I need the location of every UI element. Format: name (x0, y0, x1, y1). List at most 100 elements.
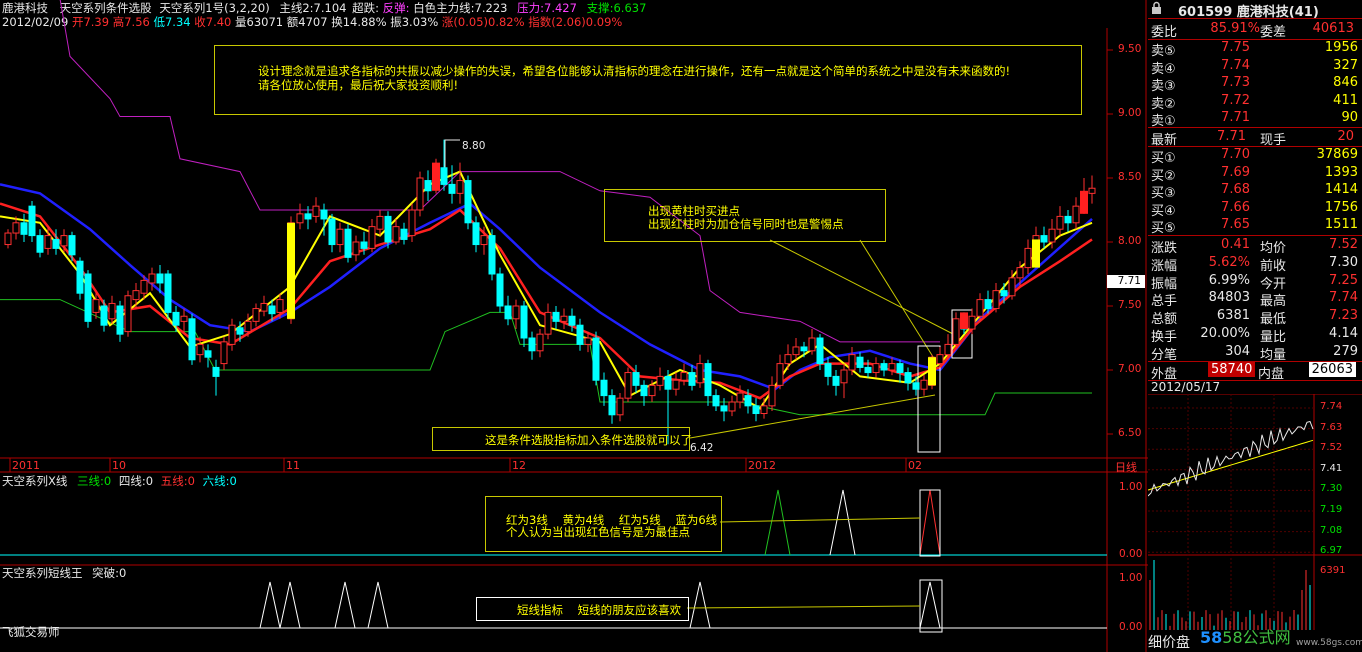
candle (228, 324, 236, 345)
candle (840, 369, 848, 384)
candle (1048, 228, 1056, 243)
mini-tick-label: 7.30 (1320, 483, 1343, 495)
sub1-line6: 六线:0 (202, 474, 237, 488)
buy-price: 7.66 (1221, 199, 1250, 215)
candle (752, 405, 760, 415)
sell-price: 7.74 (1221, 57, 1250, 73)
candle (68, 235, 76, 256)
stat-row: 分笔 304 均量 279 (1148, 343, 1362, 363)
sub2-breakout: 突破:0 (92, 566, 127, 580)
period-label[interactable]: 日线 (1115, 459, 1137, 475)
outer-value: 58740 (1208, 362, 1256, 377)
sell-row: 卖③ 7.73 846 (1148, 74, 1362, 94)
buy-volume: 1393 (1324, 164, 1358, 180)
sub2-spike (279, 581, 301, 629)
sub1-highlight-box (919, 489, 941, 557)
candle (624, 372, 632, 399)
weibi-value: 85.91% (1210, 21, 1260, 36)
sell-volume: 1956 (1324, 40, 1358, 55)
sub1-line5: 五线:0 (160, 474, 195, 488)
candle (28, 205, 36, 237)
mini-tick-label: 7.19 (1320, 504, 1343, 515)
candle (44, 235, 52, 249)
sell-row: 卖② 7.72 411 (1148, 92, 1362, 112)
condition-note-text: 这是条件选股指标加入条件选股就可以了 (485, 433, 692, 447)
sub1-tick-high: 1.00 (1119, 481, 1143, 493)
add-signal-bar (432, 162, 440, 191)
candle (148, 273, 156, 284)
candle (204, 350, 212, 358)
sell-row: 卖④ 7.74 327 (1148, 57, 1362, 77)
weibi-row: 委比 85.91% 委差 40613 (1148, 20, 1358, 40)
candle (744, 395, 752, 407)
time-axis-label: 2012 (748, 459, 776, 472)
stat-value: 0.41 (1221, 237, 1250, 252)
candle (164, 273, 172, 313)
stat-row: 涨幅 5.62% 前收 7.30 (1148, 254, 1362, 274)
candle (1072, 205, 1080, 224)
signal-note-box: 出现黄柱时买进点 出现红柱时为加仓信号同时也是警惕点 (604, 189, 886, 242)
stat-value: 7.25 (1329, 272, 1358, 288)
candle (712, 395, 720, 407)
weibi-label: 委比 (1151, 25, 1178, 40)
candle (536, 333, 544, 352)
stat-value: 84803 (1208, 290, 1250, 306)
candle (212, 366, 220, 377)
candle (268, 305, 276, 315)
candle (984, 299, 992, 310)
sub2-header: 天空系列短线王 突破:0 (2, 565, 126, 581)
candle (656, 375, 664, 386)
candle (888, 363, 896, 371)
candle (504, 305, 512, 320)
buy-label: 买⑤ (1151, 221, 1176, 237)
candle (4, 232, 12, 246)
mini-tick-label: 6391 (1320, 565, 1346, 576)
candle (456, 180, 464, 194)
add-signal-bar (1080, 190, 1088, 214)
candle (304, 213, 312, 220)
price-axis-label: 7.00 (1118, 363, 1142, 375)
sub2-watermark: 飞狐交易师 (2, 625, 60, 639)
candle (76, 260, 84, 294)
buy-volume: 1756 (1324, 199, 1358, 215)
site-watermark-text: 58公式网 (1222, 628, 1291, 647)
buy-row: 买⑤ 7.65 1511 (1148, 216, 1362, 237)
candle (156, 273, 164, 284)
mini-tick-label: 7.41 (1320, 462, 1343, 474)
candle (792, 346, 800, 356)
sell-price: 7.72 (1221, 92, 1250, 108)
lock-icon (1151, 1, 1162, 15)
candle (252, 308, 260, 322)
candle (116, 305, 124, 335)
sub2-spike (334, 581, 356, 629)
sub2-tick-high: 1.00 (1119, 572, 1143, 584)
candle (132, 290, 140, 301)
candle (36, 235, 44, 253)
sell-row: 卖⑤ 7.75 1956 (1148, 39, 1362, 59)
candle (616, 397, 624, 416)
detail-tab[interactable]: 细价盘 (1148, 632, 1190, 652)
candle (864, 366, 872, 374)
sub2-title: 天空系列短线王 (2, 566, 83, 580)
sell-volume: 411 (1333, 92, 1358, 108)
candle (720, 405, 728, 412)
candle (768, 384, 776, 407)
sub1-spike (919, 489, 941, 556)
sell-row: 卖① 7.71 90 (1148, 109, 1362, 129)
buy-row: 买① 7.70 37869 (1148, 146, 1362, 166)
stat-label: 分笔 (1151, 347, 1178, 363)
buy-volume: 1414 (1324, 182, 1358, 198)
candle (880, 363, 888, 371)
candle (384, 215, 392, 243)
candle (848, 354, 856, 371)
latest-value: 7.71 (1217, 129, 1246, 144)
sell-volume: 90 (1341, 110, 1358, 126)
candle (92, 299, 100, 313)
candle (592, 337, 600, 381)
candle (360, 241, 368, 249)
candle (1056, 215, 1064, 230)
candle (920, 379, 928, 390)
lines-note-line2: 个人认为当出现红色信号是为最佳点 (506, 525, 690, 539)
candle (968, 315, 976, 330)
high-mark: 8.80 (462, 140, 486, 152)
